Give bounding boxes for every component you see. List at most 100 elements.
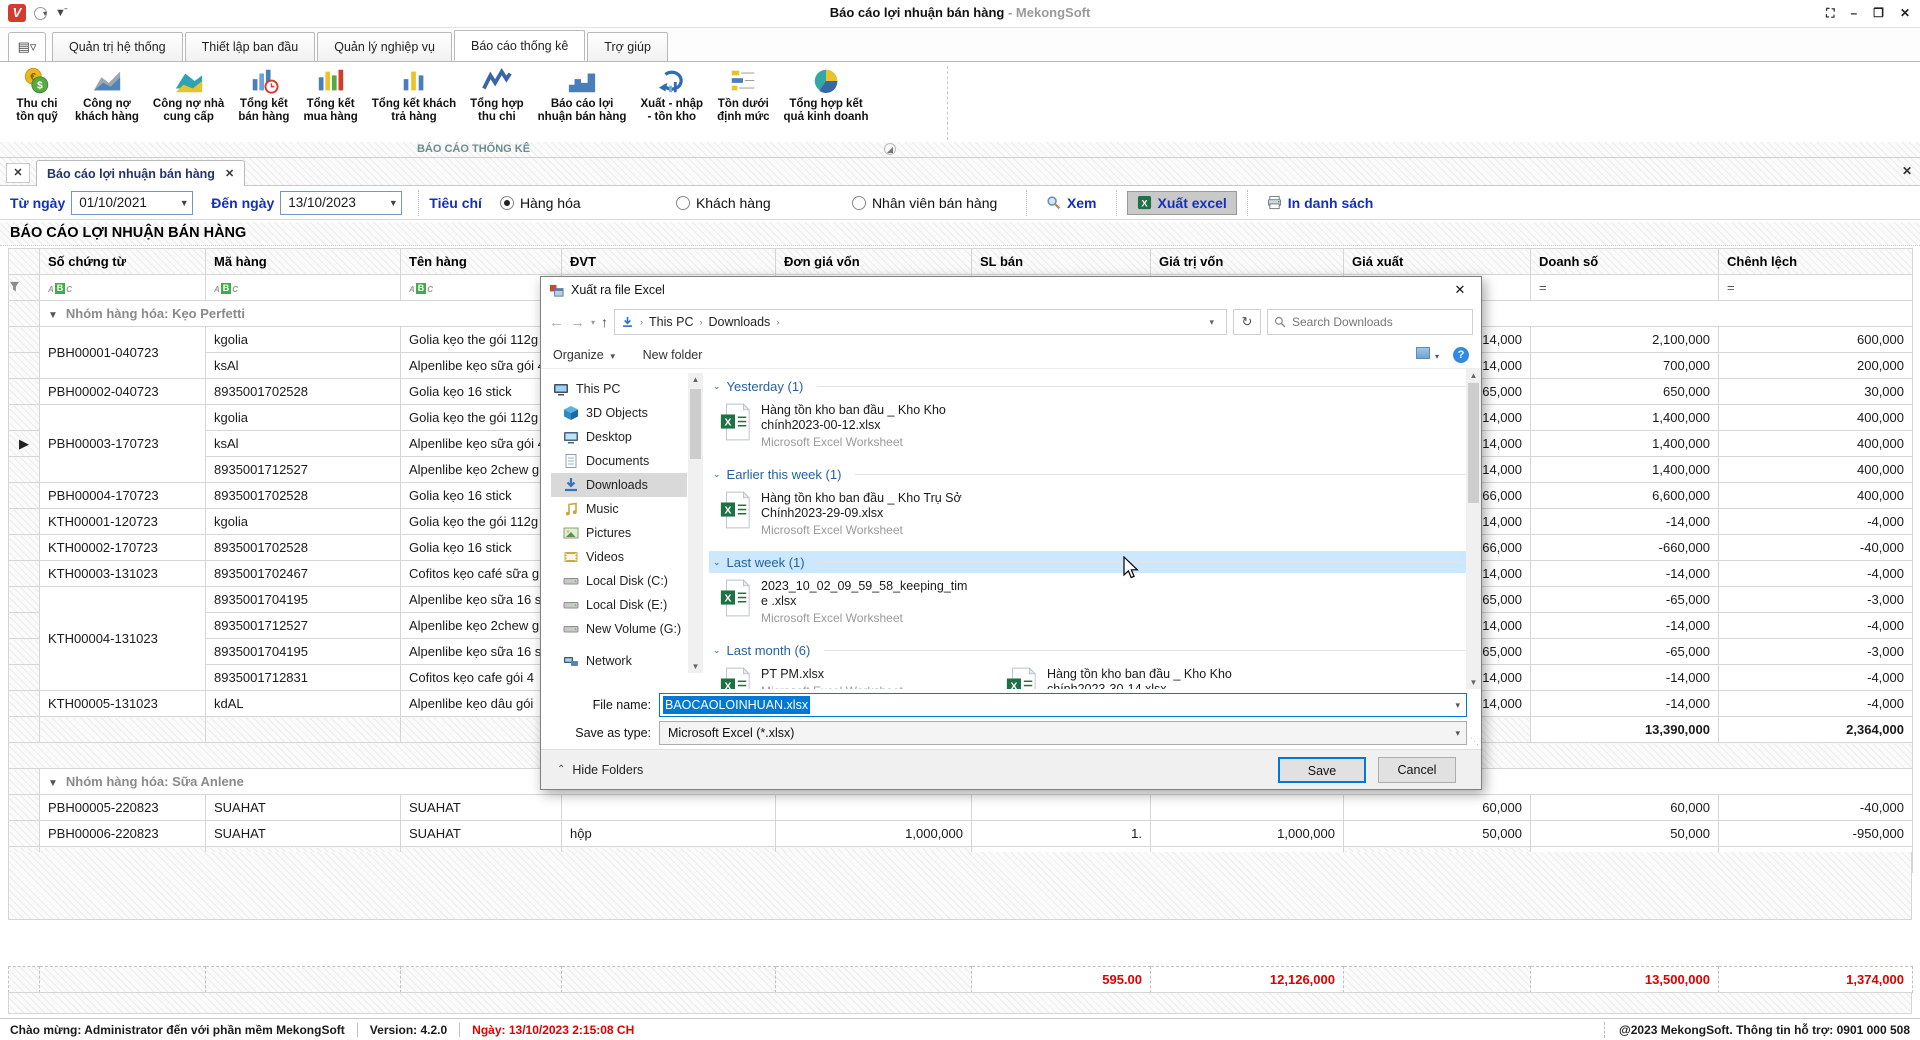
fit-screen-icon[interactable]: ⛶ <box>1826 6 1834 20</box>
filter-cell[interactable]: ABC <box>206 275 401 301</box>
back-icon[interactable]: ← <box>549 314 564 331</box>
filter-cell[interactable]: ABC <box>40 275 206 301</box>
ribbon-tab[interactable]: Quản lý nghiệp vụ <box>317 32 452 62</box>
minimize-icon[interactable]: – <box>1850 6 1857 20</box>
up-icon[interactable]: ↑ <box>601 314 608 330</box>
sidebar-item-this-pc[interactable]: This PC <box>551 377 687 401</box>
radio-khách-hàng[interactable]: Khách hàng <box>676 195 834 211</box>
collapse-icon[interactable]: ▼ <box>48 310 58 321</box>
breadcrumb-downloads[interactable]: Downloads <box>708 315 770 329</box>
scroll-up-icon[interactable]: ▲ <box>1466 371 1481 380</box>
dialog-title-bar[interactable]: Xuất ra file Excel <box>541 277 1481 303</box>
chevron-down-icon[interactable]: ▼ <box>176 198 192 208</box>
export-excel-button[interactable]: X Xuất excel <box>1127 191 1237 215</box>
sidebar-item-local-disk-c-[interactable]: Local Disk (C:) <box>551 569 687 593</box>
column-header[interactable]: Chênh lệch <box>1719 249 1913 275</box>
file-list-scrollbar[interactable]: ▲ ▼ <box>1466 369 1481 689</box>
save-button[interactable]: Save <box>1278 757 1366 783</box>
column-header[interactable]: Doanh số <box>1531 249 1719 275</box>
sidebar-item-music[interactable]: Music <box>551 497 687 521</box>
address-chevron-icon[interactable]: ▾ <box>1203 317 1220 328</box>
sidebar-scrollbar[interactable]: ▲ ▼ <box>688 373 703 673</box>
file-group-header[interactable]: ⌄Earlier this week (1) <box>709 463 1481 485</box>
ribbon-button-area2[interactable]: Công nợ nhàcung cấp <box>146 64 231 140</box>
ribbon-button-steps[interactable]: Báo cáo lợinhuận bán hàng <box>531 64 634 140</box>
ribbon-button-zigzag[interactable]: Tổng hợpthu chi <box>463 64 531 140</box>
to-date-input[interactable]: 13/10/2023▼ <box>280 191 402 215</box>
chevron-down-icon[interactable]: ▾ <box>1455 700 1460 711</box>
file-item[interactable]: XHàng tồn kho ban đầu _ Kho Trụ Sở Chính… <box>709 485 995 545</box>
column-header[interactable]: ĐVT <box>562 249 776 275</box>
filter-cell[interactable]: = <box>1531 275 1719 301</box>
search-box[interactable] <box>1267 309 1473 335</box>
column-header[interactable]: Mã hàng <box>206 249 401 275</box>
ribbon-button-area1[interactable]: Công nợkhách hàng <box>68 64 146 140</box>
file-group-header[interactable]: ⌄Yesterday (1) <box>709 375 1481 397</box>
tab-bao-cao-loi-nhuan[interactable]: Báo cáo lợi nhuận bán hàng ✕ <box>36 160 245 186</box>
radio-hàng-hóa[interactable]: Hàng hóa <box>500 195 658 211</box>
ribbon-tab[interactable]: Báo cáo thống kê <box>454 30 585 61</box>
column-header[interactable]: Đơn giá vốn <box>776 249 972 275</box>
ribbon-tab[interactable]: Trợ giúp <box>587 32 668 62</box>
ribbon-button-bars4[interactable]: Tổng kếtmua hàng <box>296 64 364 140</box>
history-chevron-icon[interactable]: ▾ <box>591 318 595 327</box>
filter-funnel-cell[interactable] <box>9 275 40 301</box>
column-header[interactable]: Tên hàng <box>401 249 562 275</box>
sidebar-item-local-disk-e-[interactable]: Local Disk (E:) <box>551 593 687 617</box>
radio-nhân-viên-bán-hàng[interactable]: Nhân viên bán hàng <box>852 195 1010 211</box>
ribbon-button-pie[interactable]: Tổng hợp kếtquả kinh doanh <box>777 64 876 140</box>
restore-icon[interactable]: ❐ <box>1873 6 1884 20</box>
help-icon[interactable]: ? <box>1453 347 1469 363</box>
column-header[interactable]: SL bán <box>972 249 1151 275</box>
search-input[interactable] <box>1292 315 1452 329</box>
ribbon-tab[interactable]: Quản trị hệ thống <box>52 32 183 62</box>
ribbon-button-cycle[interactable]: Xuất - nhập- tồn kho <box>633 64 710 140</box>
file-item[interactable]: XHàng tồn kho ban đầu _ Kho Kho chính202… <box>709 397 995 457</box>
ribbon-button-barsClock[interactable]: Tổng kếtbán hàng <box>231 64 296 140</box>
table-row[interactable]: PBH00006-220823SUAHATSUAHAThộp1,000,0001… <box>9 821 1913 847</box>
app-menu-button[interactable]: ▤▿ <box>8 32 46 61</box>
collapse-icon[interactable]: ▼ <box>48 778 58 789</box>
group-launcher-icon[interactable]: ◢ <box>884 143 896 155</box>
sidebar-item-new-volume-g-[interactable]: New Volume (G:) <box>551 617 687 641</box>
resize-grip[interactable]: ⋱ <box>1470 736 1479 747</box>
from-date-input[interactable]: 01/10/2021▼ <box>71 191 193 215</box>
cancel-button[interactable]: Cancel <box>1378 757 1456 783</box>
file-group-header[interactable]: ⌄Last week (1) <box>709 551 1481 573</box>
filter-cell[interactable]: = <box>1719 275 1913 301</box>
chevron-down-icon[interactable]: ▼ <box>385 198 401 208</box>
tab-close-icon[interactable]: ✕ <box>225 167 234 180</box>
table-row[interactable]: PBH00005-220823SUAHATSUAHAT60,00060,000-… <box>9 795 1913 821</box>
print-list-button[interactable]: In danh sách <box>1258 192 1383 214</box>
close-all-tabs-button[interactable]: ✕ <box>6 163 30 183</box>
close-icon[interactable]: ✕ <box>1900 6 1910 20</box>
breadcrumb-this-pc[interactable]: This PC <box>649 315 693 329</box>
ribbon-button-bars2[interactable]: Tổng kết kháchtrả hàng <box>365 64 463 140</box>
filter-cell[interactable]: ABC <box>401 275 562 301</box>
organize-button[interactable]: Organize▼ <box>553 348 617 362</box>
hide-folders-button[interactable]: ⌃ Hide Folders <box>557 763 643 777</box>
scroll-down-icon[interactable]: ▼ <box>688 662 703 671</box>
refresh-icon[interactable]: ↻ <box>1233 309 1261 335</box>
tabbar-close-icon[interactable]: ✕ <box>1902 164 1912 178</box>
ribbon-tab[interactable]: Thiết lập ban đầu <box>185 32 316 62</box>
sidebar-item-desktop[interactable]: Desktop <box>551 425 687 449</box>
column-header[interactable]: Số chứng từ <box>40 249 206 275</box>
file-item[interactable]: XHàng tồn kho ban đầu _ Kho Kho chính202… <box>995 661 1281 689</box>
column-header[interactable]: Giá xuất <box>1344 249 1531 275</box>
sidebar-item-documents[interactable]: Documents <box>551 449 687 473</box>
dialog-close-icon[interactable]: ✕ <box>1439 277 1481 303</box>
sidebar-item-network[interactable]: Network <box>551 649 687 673</box>
file-group-header[interactable]: ⌄Last month (6) <box>709 639 1481 661</box>
address-bar[interactable]: › This PC › Downloads › ▾ <box>614 309 1227 335</box>
forward-icon[interactable]: → <box>570 314 585 331</box>
file-item[interactable]: X2023_10_02_09_59_58_keeping_time .xlsxM… <box>709 573 995 633</box>
column-header[interactable]: Giá trị vốn <box>1151 249 1344 275</box>
chevron-down-icon[interactable]: ▾ <box>1455 728 1460 739</box>
sidebar-item-downloads[interactable]: Downloads <box>551 473 687 497</box>
file-item[interactable]: XPT PM.xlsxMicrosoft Excel Worksheet <box>709 661 995 689</box>
file-name-input[interactable]: BAOCAOLOINHUAN.xlsx ▾ <box>659 693 1467 717</box>
sidebar-item-pictures[interactable]: Pictures <box>551 521 687 545</box>
view-button[interactable]: Xem <box>1037 192 1106 214</box>
save-as-type-select[interactable]: Microsoft Excel (*.xlsx) ▾ <box>659 721 1467 745</box>
